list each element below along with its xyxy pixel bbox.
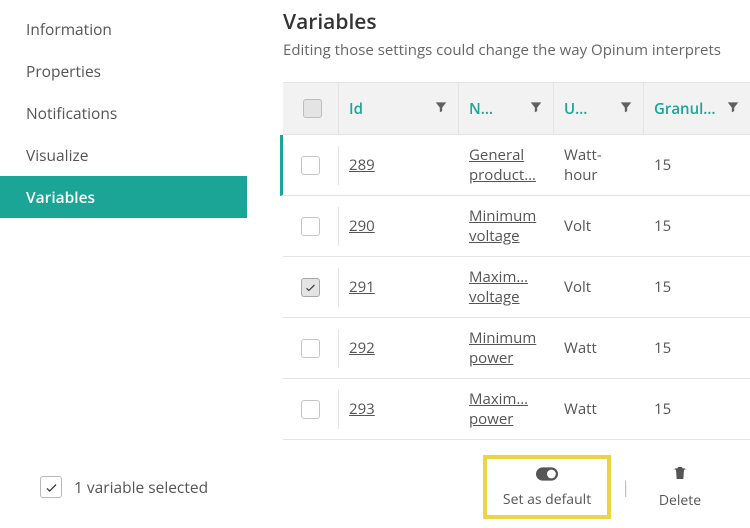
filter-icon[interactable] [434,99,448,119]
page-subtitle: Editing those settings could change the … [283,40,750,60]
action-divider: | [621,476,630,498]
trash-icon [672,464,688,487]
filter-icon[interactable] [619,99,633,119]
column-id[interactable]: Id [339,83,459,134]
set-as-default-button[interactable]: Set as default [483,455,611,519]
variable-id-link[interactable]: 293 [349,399,375,419]
table-row[interactable]: 291 Maxim… voltage Volt 15 [283,257,750,318]
variable-id-link[interactable]: 290 [349,216,375,236]
table-row[interactable]: 292 Minimum power Watt 15 [283,318,750,379]
variable-id-link[interactable]: 289 [349,155,375,175]
select-all-checkbox[interactable] [303,99,322,118]
row-checkbox[interactable] [301,156,320,175]
row-checkbox[interactable] [301,339,320,358]
toggle-icon [536,467,558,486]
main-panel: Variables Editing those settings could c… [247,0,750,440]
table-body: 289 General product… Watt-hour 15 290 Mi… [283,135,750,440]
variable-unit: Watt [554,389,644,429]
filter-icon[interactable] [726,99,740,119]
column-granularity[interactable]: Granul… [644,83,750,134]
selection-action-bar: 1 variable selected Set as default | Del… [0,446,750,528]
selection-count-label: 1 variable selected [74,476,208,498]
row-checkbox[interactable] [301,400,320,419]
variable-granularity: 15 [644,145,750,185]
sidebar: Information Properties Notifications Vis… [0,0,247,440]
selection-summary-checkbox[interactable] [40,476,62,498]
selection-summary: 1 variable selected [40,476,208,498]
variable-id-link[interactable]: 292 [349,338,375,358]
variable-name-link[interactable]: Maxim… voltage [469,267,528,307]
column-checkbox [283,83,339,134]
variable-id-link[interactable]: 291 [349,277,375,297]
variable-granularity: 15 [644,267,750,307]
table-row[interactable]: 293 Maxim… power Watt 15 [283,379,750,440]
variable-granularity: 15 [644,389,750,429]
variable-name-link[interactable]: Maxim… power [469,389,528,429]
column-unit[interactable]: U… [554,83,644,134]
sidebar-item-information[interactable]: Information [0,8,247,50]
variable-name-link[interactable]: General product… [469,145,536,185]
sidebar-item-properties[interactable]: Properties [0,50,247,92]
variable-granularity: 15 [644,206,750,246]
table-row[interactable]: 289 General product… Watt-hour 15 [280,135,750,196]
column-granularity-label: Granul… [654,99,716,119]
column-name[interactable]: N… [459,83,554,134]
page-title: Variables [283,8,750,36]
delete-button[interactable]: Delete [640,458,720,516]
column-name-label: N… [469,99,493,119]
variables-table: Id N… U… Gr [283,82,750,440]
variable-granularity: 15 [644,328,750,368]
variable-name-link[interactable]: Minimum power [469,328,536,368]
row-checkbox[interactable] [301,278,320,297]
sidebar-item-notifications[interactable]: Notifications [0,92,247,134]
row-checkbox[interactable] [301,217,320,236]
sidebar-item-visualize[interactable]: Visualize [0,134,247,176]
table-row[interactable]: 290 Minimum voltage Volt 15 [283,196,750,257]
column-unit-label: U… [564,99,587,119]
delete-label: Delete [659,491,701,510]
column-id-label: Id [349,99,363,119]
filter-icon[interactable] [529,99,543,119]
variable-unit: Watt [554,328,644,368]
variable-unit: Volt [554,267,644,307]
set-as-default-label: Set as default [503,490,591,509]
table-header: Id N… U… Gr [283,83,750,135]
variable-name-link[interactable]: Minimum voltage [469,206,536,246]
sidebar-item-variables[interactable]: Variables [0,176,247,218]
variable-unit: Watt-hour [554,135,644,195]
variable-unit: Volt [554,206,644,246]
